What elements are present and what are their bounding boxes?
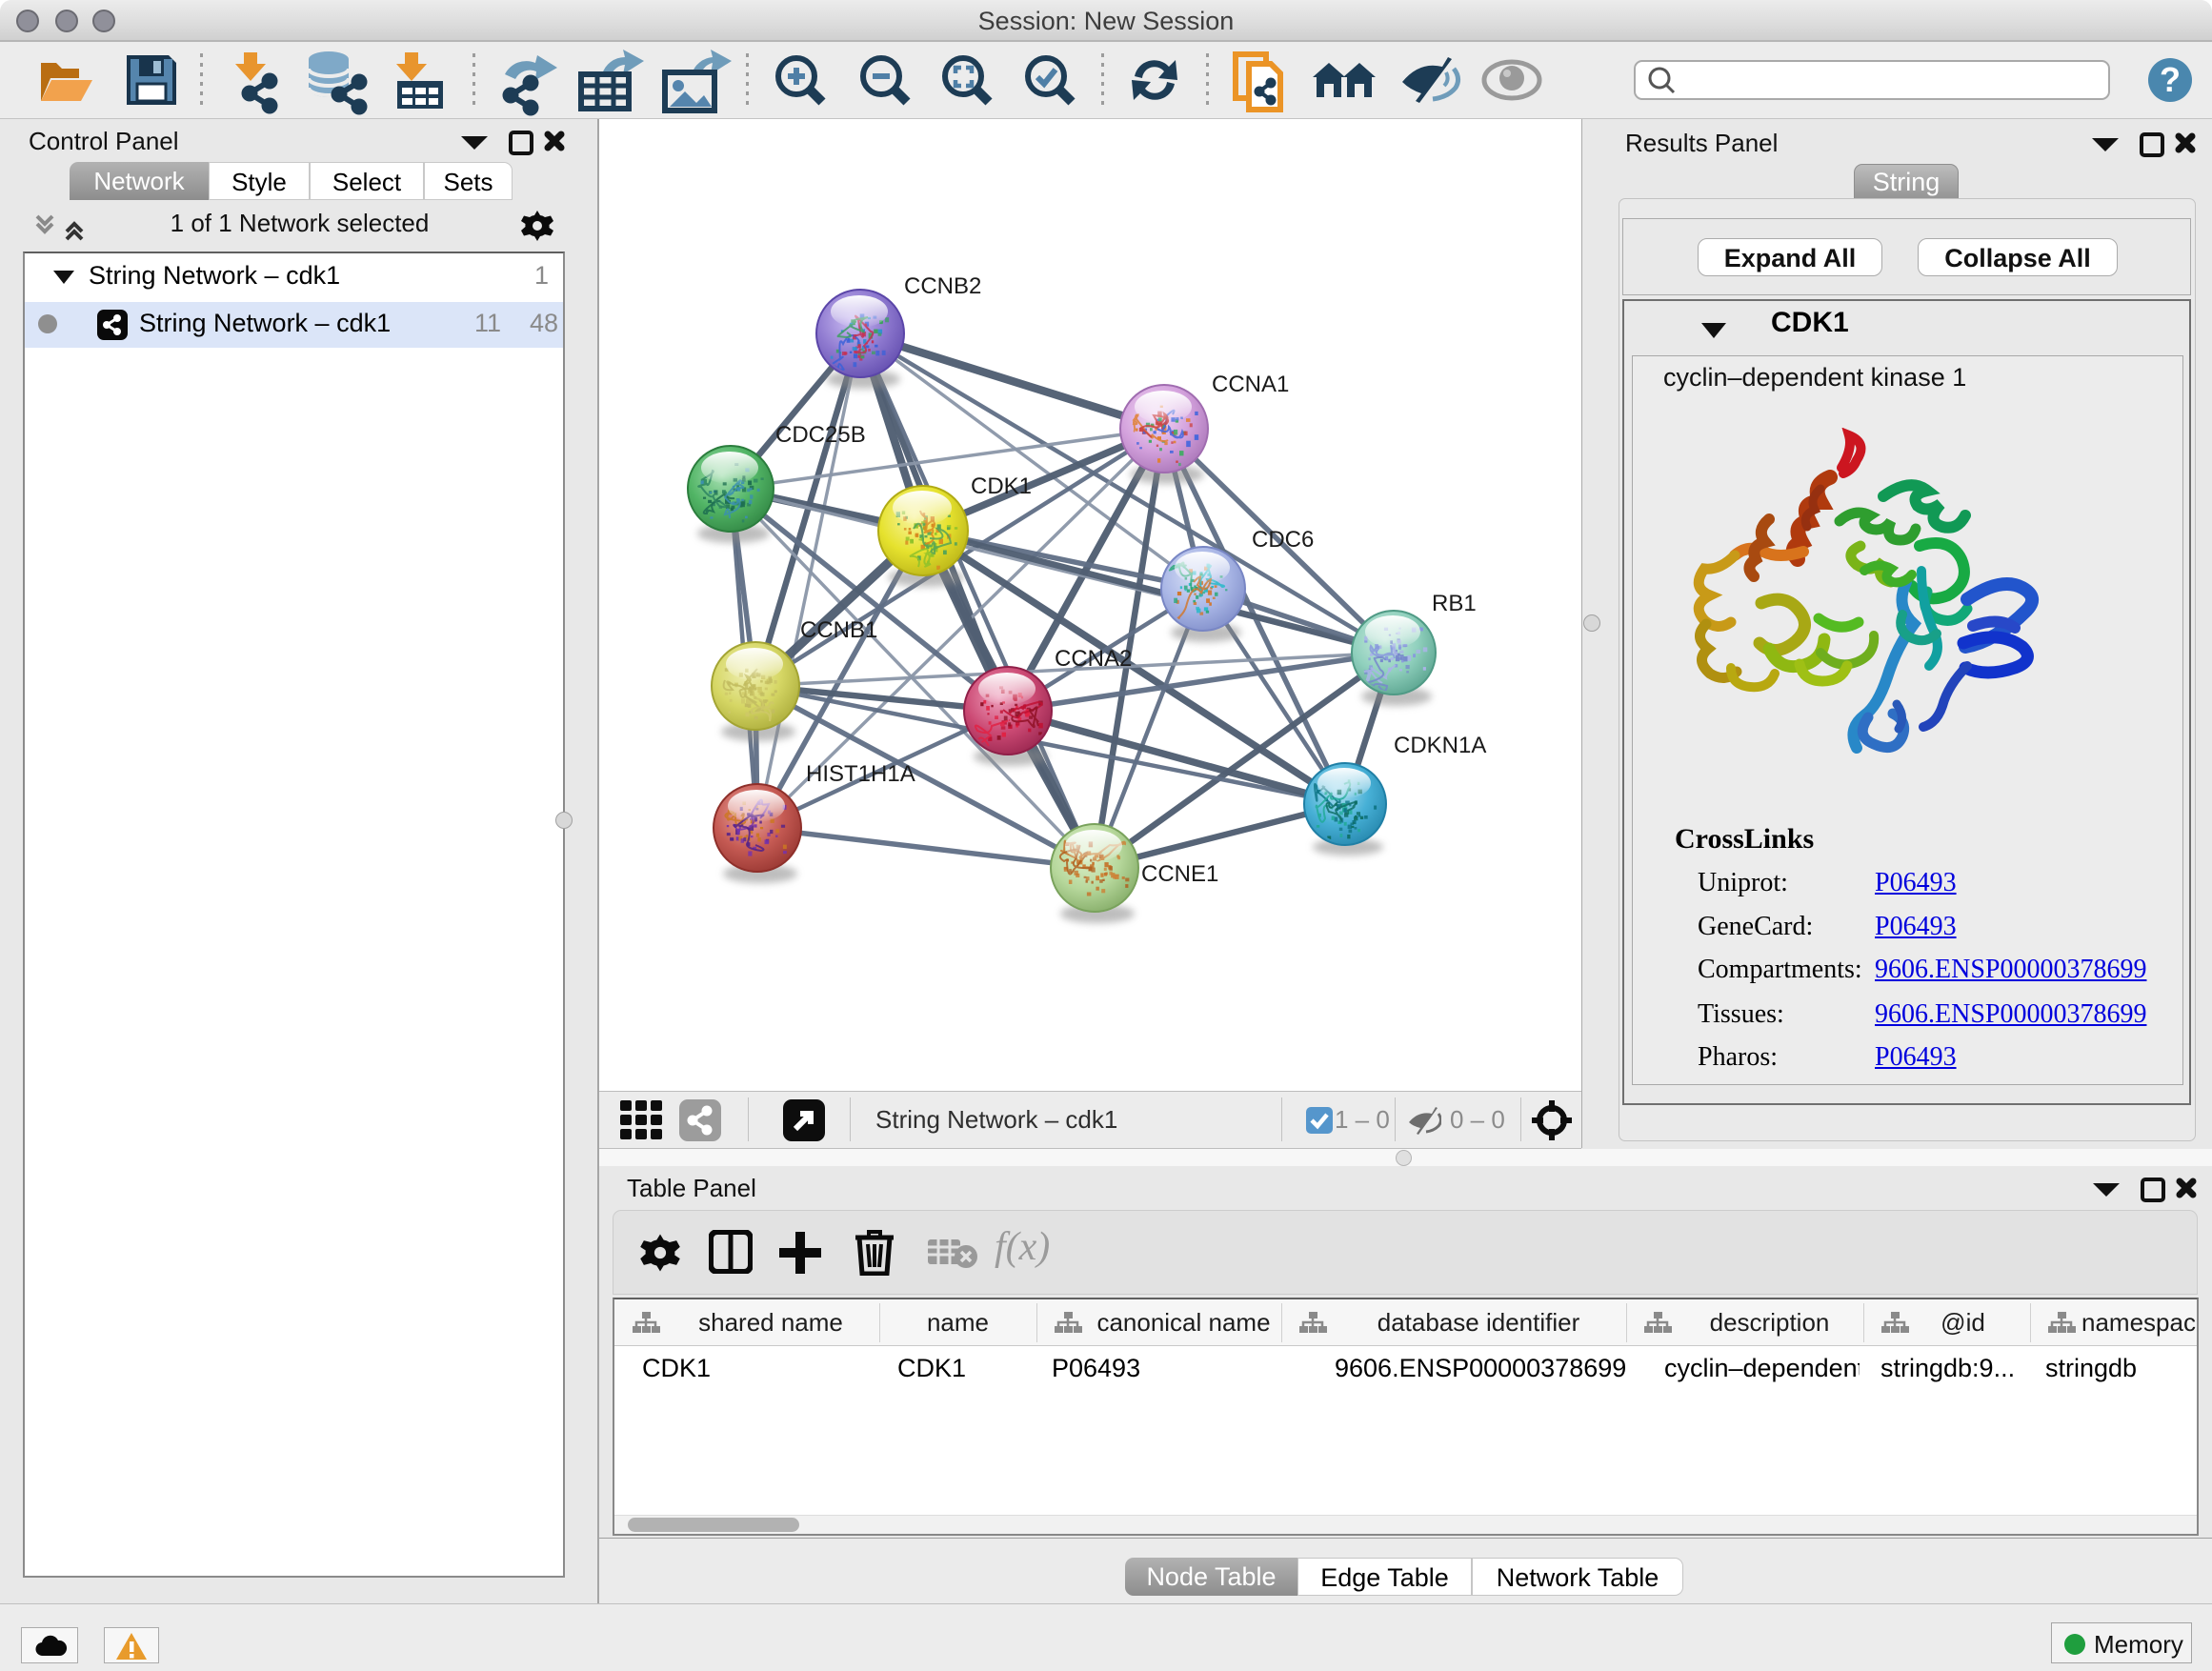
svg-text:CDC25B: CDC25B (775, 422, 866, 448)
svg-text:CDK1: CDK1 (971, 473, 1032, 499)
svg-text:CCNA1: CCNA1 (1212, 372, 1289, 397)
svg-text:CCNB2: CCNB2 (904, 273, 981, 299)
svg-text:CCNB1: CCNB1 (800, 617, 877, 643)
svg-text:HIST1H1A: HIST1H1A (806, 761, 915, 787)
svg-text:CDKN1A: CDKN1A (1394, 733, 1486, 758)
svg-text:RB1: RB1 (1432, 591, 1477, 616)
svg-text:CCNE1: CCNE1 (1141, 861, 1218, 887)
svg-text:CDC6: CDC6 (1252, 527, 1314, 553)
svg-text:CCNA2: CCNA2 (1055, 646, 1132, 672)
